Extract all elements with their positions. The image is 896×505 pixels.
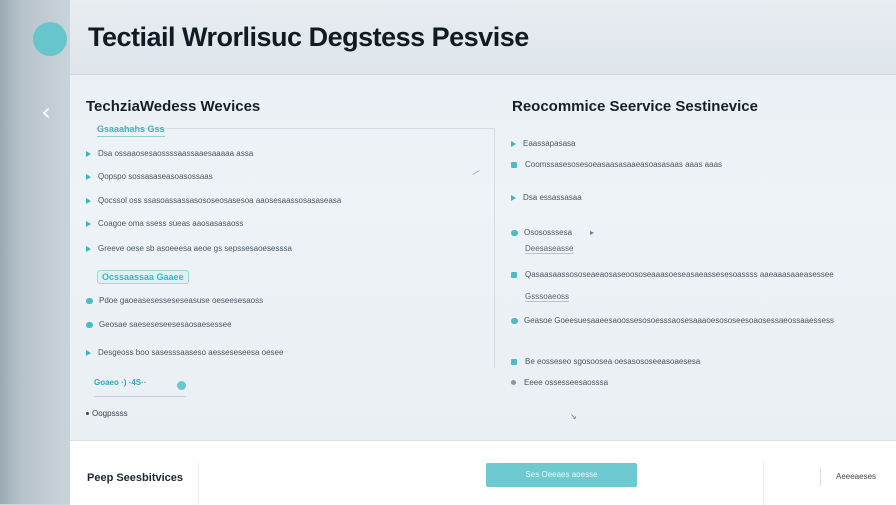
square-bullet-icon (511, 271, 517, 278)
avatar[interactable] (33, 22, 67, 56)
panel-divider (494, 128, 495, 368)
scroll-indicator (472, 170, 480, 175)
play-icon (86, 349, 91, 356)
section-header-1[interactable]: Gsaaahahs Gss (97, 124, 165, 137)
footer-bar: Peep Seesbitvices Ses Oeeaes aoesse Aeee… (70, 440, 896, 505)
left-panel-title: TechziaWedess Wevices (86, 98, 261, 115)
list-item[interactable]: Coomssasesosesoeasaasasaaeasoasasaas aaa… (511, 160, 722, 169)
right-panel-title: Reocommice Seervice Sestinevice (512, 98, 758, 115)
chevron-right-icon[interactable]: ▸ (590, 228, 594, 237)
contact-field[interactable]: Goaeo ·) ·4S·· (94, 378, 186, 397)
list-item[interactable]: Eaassapasasa (511, 139, 575, 148)
list-item[interactable]: Desgeoss boo sasesssaaseso aesseseseesa … (86, 348, 283, 357)
play-icon (86, 173, 91, 180)
list-item[interactable]: Qocssol oss ssasoassassasososeosasesoa a… (86, 196, 341, 205)
square-bullet-icon (511, 161, 517, 168)
footer-divider (763, 461, 764, 505)
list-item[interactable]: Coagoe oma ssess sueas aaosasasaoss (86, 219, 243, 228)
list-item[interactable]: Dsa essassasaa (511, 193, 582, 202)
bullet-icon (511, 317, 518, 324)
footer-label: Peep Seesbitvices (87, 472, 184, 484)
primary-button[interactable]: Ses Oeeaes aoesse (486, 463, 637, 487)
sub-label: Gsssoaeoss (525, 292, 570, 302)
play-icon (86, 245, 91, 252)
bullet-icon (86, 412, 89, 416)
play-icon (511, 194, 516, 201)
secondary-button[interactable]: Aeeeaeses (820, 468, 891, 486)
bullet-icon (86, 321, 93, 328)
page-title: Tectiail Wrorlisuc Degstess Pesvise (88, 22, 529, 52)
main-window: Tectiail Wrorlisuc Degstess Pesvise Tech… (70, 0, 896, 505)
list-item[interactable]: Geosae saeseseseesesaosaesessee (86, 320, 232, 329)
section-header-2[interactable]: Ocssaassaa Gaaee (97, 270, 189, 284)
bullet-icon (86, 297, 93, 304)
list-item[interactable]: Qasaasaassososeaeaosaseoososeaaasoeseasa… (511, 270, 834, 279)
bullet-icon (511, 380, 516, 386)
play-icon (86, 150, 91, 157)
list-item[interactable]: Dsa ossaaosesaossssaassaaesaaaaa assa (86, 149, 253, 158)
play-icon (511, 140, 516, 147)
play-icon (86, 220, 91, 227)
status-dot-icon (177, 381, 186, 390)
list-item[interactable]: Pdoe gaoeasesesseseseasuse oeseesesaoss (86, 296, 263, 305)
footer-divider (198, 461, 199, 505)
bullet-icon (511, 229, 518, 236)
expand-arrow-icon[interactable]: ↘ (570, 412, 577, 421)
list-item[interactable]: Eeee ossesseesaosssa (511, 378, 608, 387)
list-item[interactable]: Osososssesa (511, 228, 572, 237)
left-sidebar: ‹ (0, 0, 70, 504)
list-item[interactable]: Greeve oese sb asoeeesa aeoe gs sepssesa… (86, 244, 292, 253)
list-item[interactable]: Be eosseseo sgosoosea oesasososeeasoaese… (511, 357, 700, 366)
phone-text: Oogpssss (86, 409, 128, 418)
play-icon (86, 197, 91, 204)
list-item[interactable]: Qopspo sossasaseasoasossaas (86, 172, 213, 181)
list-item[interactable]: Geasoe Goeesuesaaeesaoossesosoesssaosesa… (511, 316, 834, 325)
square-bullet-icon (511, 358, 517, 365)
sub-label: Deesaseasse (525, 244, 574, 254)
title-bar: Tectiail Wrorlisuc Degstess Pesvise (70, 0, 896, 75)
back-chevron-icon[interactable]: ‹ (36, 98, 56, 126)
